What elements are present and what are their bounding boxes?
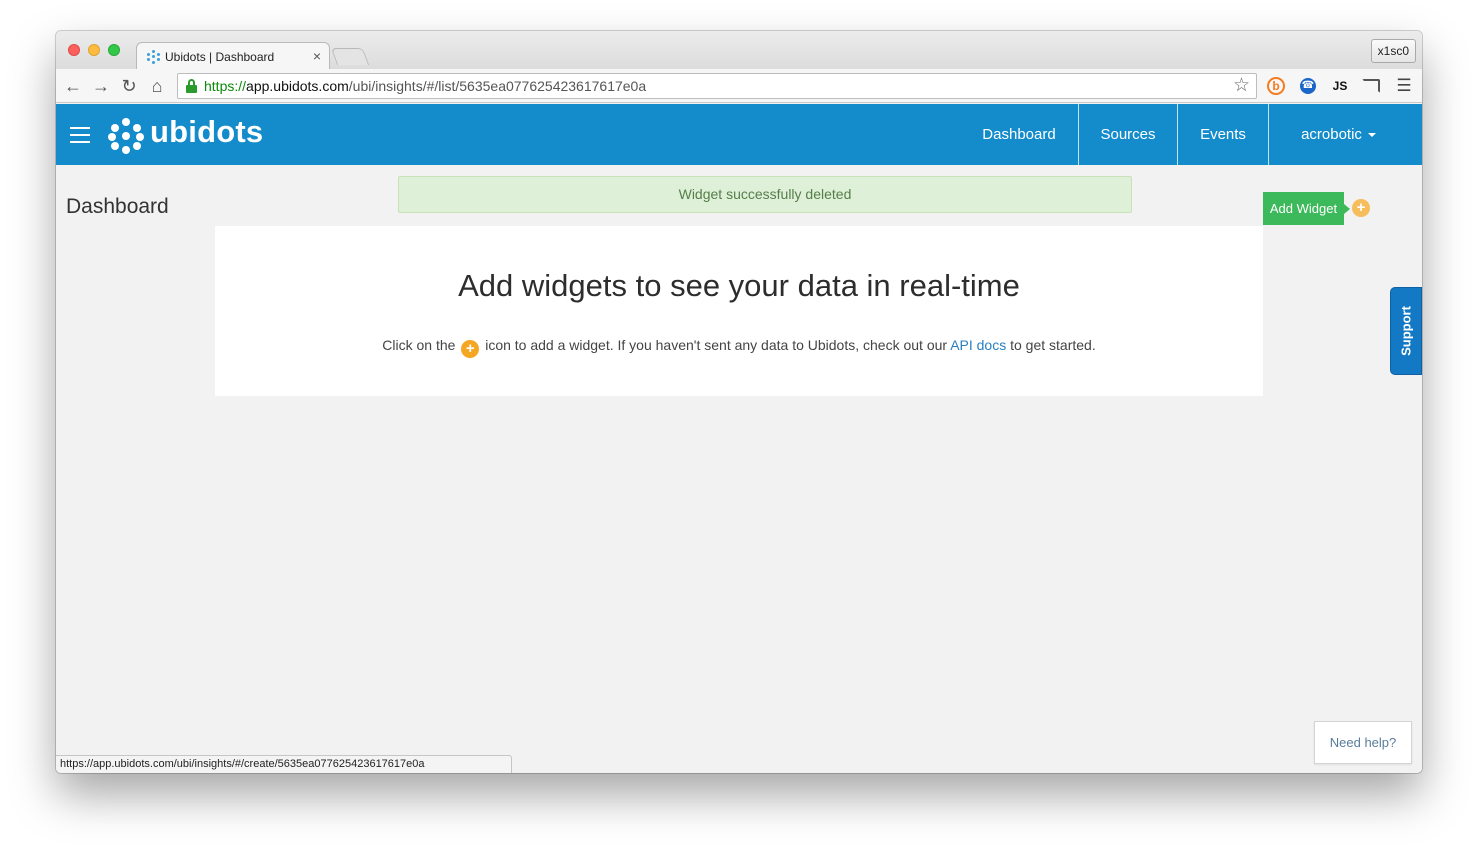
nav-sources[interactable]: Sources	[1079, 104, 1178, 165]
menu-icon[interactable]: ☰	[1394, 76, 1414, 96]
url-scheme: https://	[204, 78, 247, 94]
reload-icon[interactable]: ↻	[118, 75, 140, 97]
ubidots-logo-icon[interactable]	[108, 118, 144, 154]
forward-icon[interactable]: →	[90, 75, 112, 97]
url-text: https://app.ubidots.com/ubi/insights/#/l…	[204, 78, 646, 94]
nav-events[interactable]: Events	[1178, 104, 1269, 165]
plus-icon: +	[461, 340, 480, 358]
browser-toolbar: ← → ↻ ⌂ https://app.ubidots.com/ubi/insi…	[56, 69, 1422, 103]
lock-icon	[186, 79, 197, 93]
need-help-button[interactable]: Need help?	[1314, 721, 1412, 764]
nav-dashboard[interactable]: Dashboard	[960, 104, 1079, 165]
hamburger-menu-icon[interactable]	[70, 127, 90, 143]
star-icon[interactable]: ☆	[1233, 74, 1250, 97]
profile-button[interactable]: x1sc0	[1370, 39, 1416, 63]
home-icon[interactable]: ⌂	[146, 75, 168, 97]
close-window-button[interactable]	[68, 44, 80, 56]
status-bar-url: https://app.ubidots.com/ubi/insights/#/c…	[56, 755, 512, 773]
main-nav: Dashboard Sources Events acrobotic	[960, 104, 1422, 165]
page-viewport: ubidots Dashboard Sources Events acrobot…	[56, 104, 1422, 773]
page-title: Dashboard	[66, 195, 169, 218]
browser-window: Ubidots | Dashboard × x1sc0 ← → ↻ ⌂ http…	[56, 31, 1422, 773]
new-tab-button[interactable]	[330, 48, 370, 65]
back-icon[interactable]: ←	[62, 75, 84, 97]
empty-state-text: Click on the + icon to add a widget. If …	[215, 337, 1263, 358]
ubidots-favicon-icon	[147, 50, 161, 64]
address-bar[interactable]: https://app.ubidots.com/ubi/insights/#/l…	[177, 73, 1257, 99]
logo-text[interactable]: ubidots	[150, 114, 263, 150]
user-name: acrobotic	[1301, 126, 1362, 143]
app-header: ubidots Dashboard Sources Events acrobot…	[56, 104, 1422, 165]
url-path: /ubi/insights/#/list/5635ea0776254236176…	[348, 78, 647, 94]
empty-state-heading: Add widgets to see your data in real-tim…	[458, 268, 1020, 303]
user-menu[interactable]: acrobotic	[1269, 104, 1422, 165]
support-label: Support	[1398, 306, 1414, 356]
caret-down-icon	[1367, 132, 1376, 137]
add-widget-button[interactable]: Add Widget	[1263, 192, 1350, 225]
tab-close-icon[interactable]: ×	[313, 48, 321, 64]
empty-text-end: to get started.	[1010, 337, 1096, 353]
add-widget-plus-icon[interactable]: +	[1352, 199, 1370, 217]
empty-text-before: Click on the	[382, 337, 456, 353]
b-extension-icon[interactable]: b	[1266, 76, 1286, 96]
success-alert: Widget successfully deleted	[398, 176, 1132, 213]
api-docs-link[interactable]: API docs	[950, 337, 1006, 353]
empty-text-after: icon to add a widget. If you haven't sen…	[485, 337, 948, 353]
empty-state-panel: Add widgets to see your data in real-tim…	[215, 226, 1263, 396]
zoom-window-button[interactable]	[108, 44, 120, 56]
tab-title: Ubidots | Dashboard	[165, 50, 275, 64]
js-extension-icon[interactable]: JS	[1330, 76, 1350, 96]
minimize-window-button[interactable]	[88, 44, 100, 56]
url-host: app.ubidots.com	[246, 78, 349, 94]
browser-tab[interactable]: Ubidots | Dashboard ×	[136, 42, 330, 70]
title-bar: Ubidots | Dashboard × x1sc0	[56, 31, 1422, 70]
phone-extension-icon[interactable]: ☎	[1298, 76, 1318, 96]
cast-icon[interactable]	[1361, 76, 1381, 96]
support-tab[interactable]: Support	[1390, 287, 1422, 375]
